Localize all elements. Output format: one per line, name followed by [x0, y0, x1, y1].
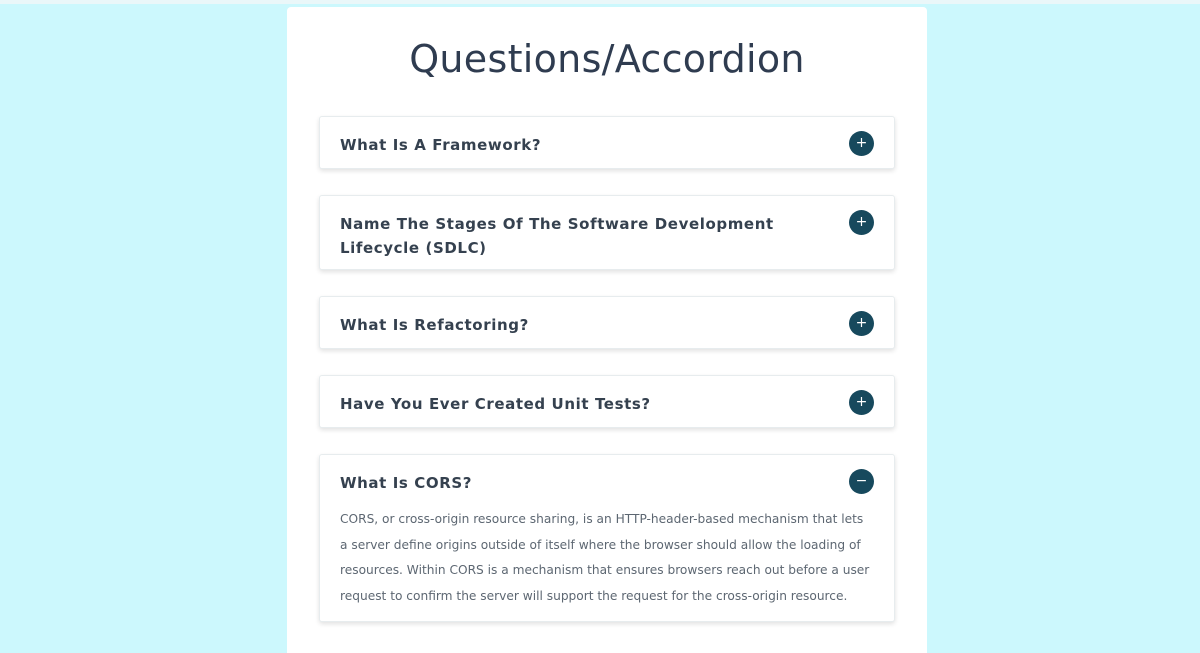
plus-icon[interactable]: + — [849, 390, 874, 415]
faq-container: Questions/Accordion What Is A Framework?… — [287, 7, 927, 653]
plus-icon[interactable]: + — [849, 131, 874, 156]
plus-icon[interactable]: + — [849, 311, 874, 336]
plus-icon[interactable]: + — [849, 210, 874, 235]
accordion-header[interactable]: What Is A Framework? + — [320, 117, 894, 157]
accordion-item-refactoring[interactable]: What Is Refactoring? + — [319, 296, 895, 349]
minus-icon[interactable]: − — [849, 469, 874, 494]
top-strip — [0, 0, 1200, 4]
accordion-item-unit-tests[interactable]: Have You Ever Created Unit Tests? + — [319, 375, 895, 428]
accordion-header[interactable]: What Is Refactoring? + — [320, 297, 894, 337]
accordion-header[interactable]: Name The Stages Of The Software Developm… — [320, 196, 894, 260]
question-text[interactable]: Have You Ever Created Unit Tests? — [340, 392, 824, 416]
question-text[interactable]: What Is Refactoring? — [340, 313, 824, 337]
accordion-item-sdlc[interactable]: Name The Stages Of The Software Developm… — [319, 195, 895, 270]
answer-text: CORS, or cross-origin resource sharing, … — [340, 512, 870, 603]
page-title: Questions/Accordion — [409, 37, 805, 81]
accordion-header[interactable]: Have You Ever Created Unit Tests? + — [320, 376, 894, 416]
accordion-item-framework[interactable]: What Is A Framework? + — [319, 116, 895, 169]
accordion-item-cors[interactable]: What Is CORS? − CORS, or cross-origin re… — [319, 454, 895, 622]
accordion-header[interactable]: What Is CORS? − — [320, 455, 894, 495]
question-text[interactable]: What Is CORS? — [340, 471, 824, 495]
question-text[interactable]: Name The Stages Of The Software Developm… — [340, 212, 824, 260]
question-text[interactable]: What Is A Framework? — [340, 133, 824, 157]
